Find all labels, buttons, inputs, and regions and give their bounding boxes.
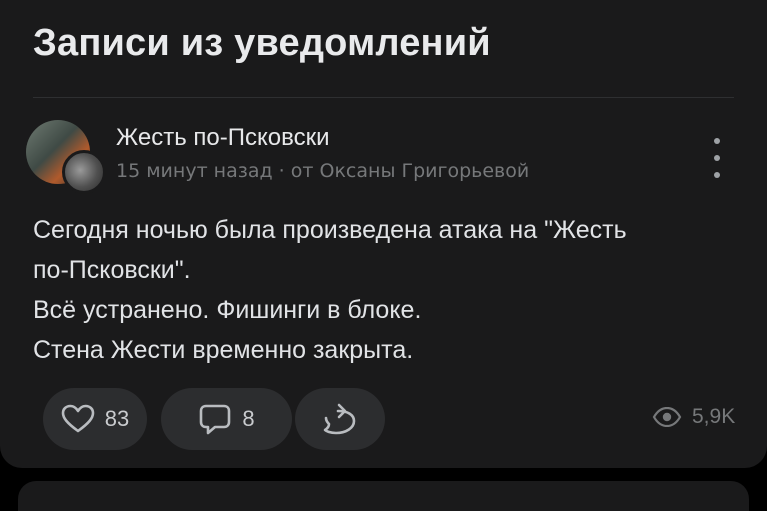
heart-icon [61,404,95,433]
post-text-line: Стена Жести временно закрыта. [33,336,414,364]
next-post-card [18,481,749,511]
post-text-line: Сегодня ночью была произведена атака на … [33,216,627,244]
community-name[interactable]: Жесть по-Псковски [116,124,329,152]
share-icon [323,403,356,435]
divider [33,97,734,98]
post-author-from[interactable]: от Оксаны Григорьевой [291,160,529,182]
post-text-line: по-Псковски". [33,256,191,284]
like-count: 83 [104,406,130,431]
page-title: Записи из уведомлений [33,22,491,64]
views-count: 5,9K [692,405,736,428]
post-meta: 15 минут назад · от Оксаны Григорьевой [116,160,529,182]
views-counter: 5,9K [652,405,735,429]
eye-icon [652,407,682,427]
comment-button[interactable]: 8 [161,388,292,450]
post-text-line: Всё устранено. Фишинги в блоке. [33,296,422,324]
like-button[interactable]: 83 [43,388,147,450]
post-time: 15 минут назад [116,160,273,182]
comment-count: 8 [242,406,255,431]
avatar[interactable] [26,120,106,194]
meta-separator: · [278,160,285,182]
share-button[interactable] [295,388,385,450]
author-avatar[interactable] [62,150,106,194]
post-text: Сегодня ночью была произведена атака на … [33,210,753,370]
post-feed-card: Записи из уведомлений Жесть по-Псковски … [0,0,767,468]
more-vertical-icon[interactable] [704,138,730,178]
comment-icon [200,404,231,435]
